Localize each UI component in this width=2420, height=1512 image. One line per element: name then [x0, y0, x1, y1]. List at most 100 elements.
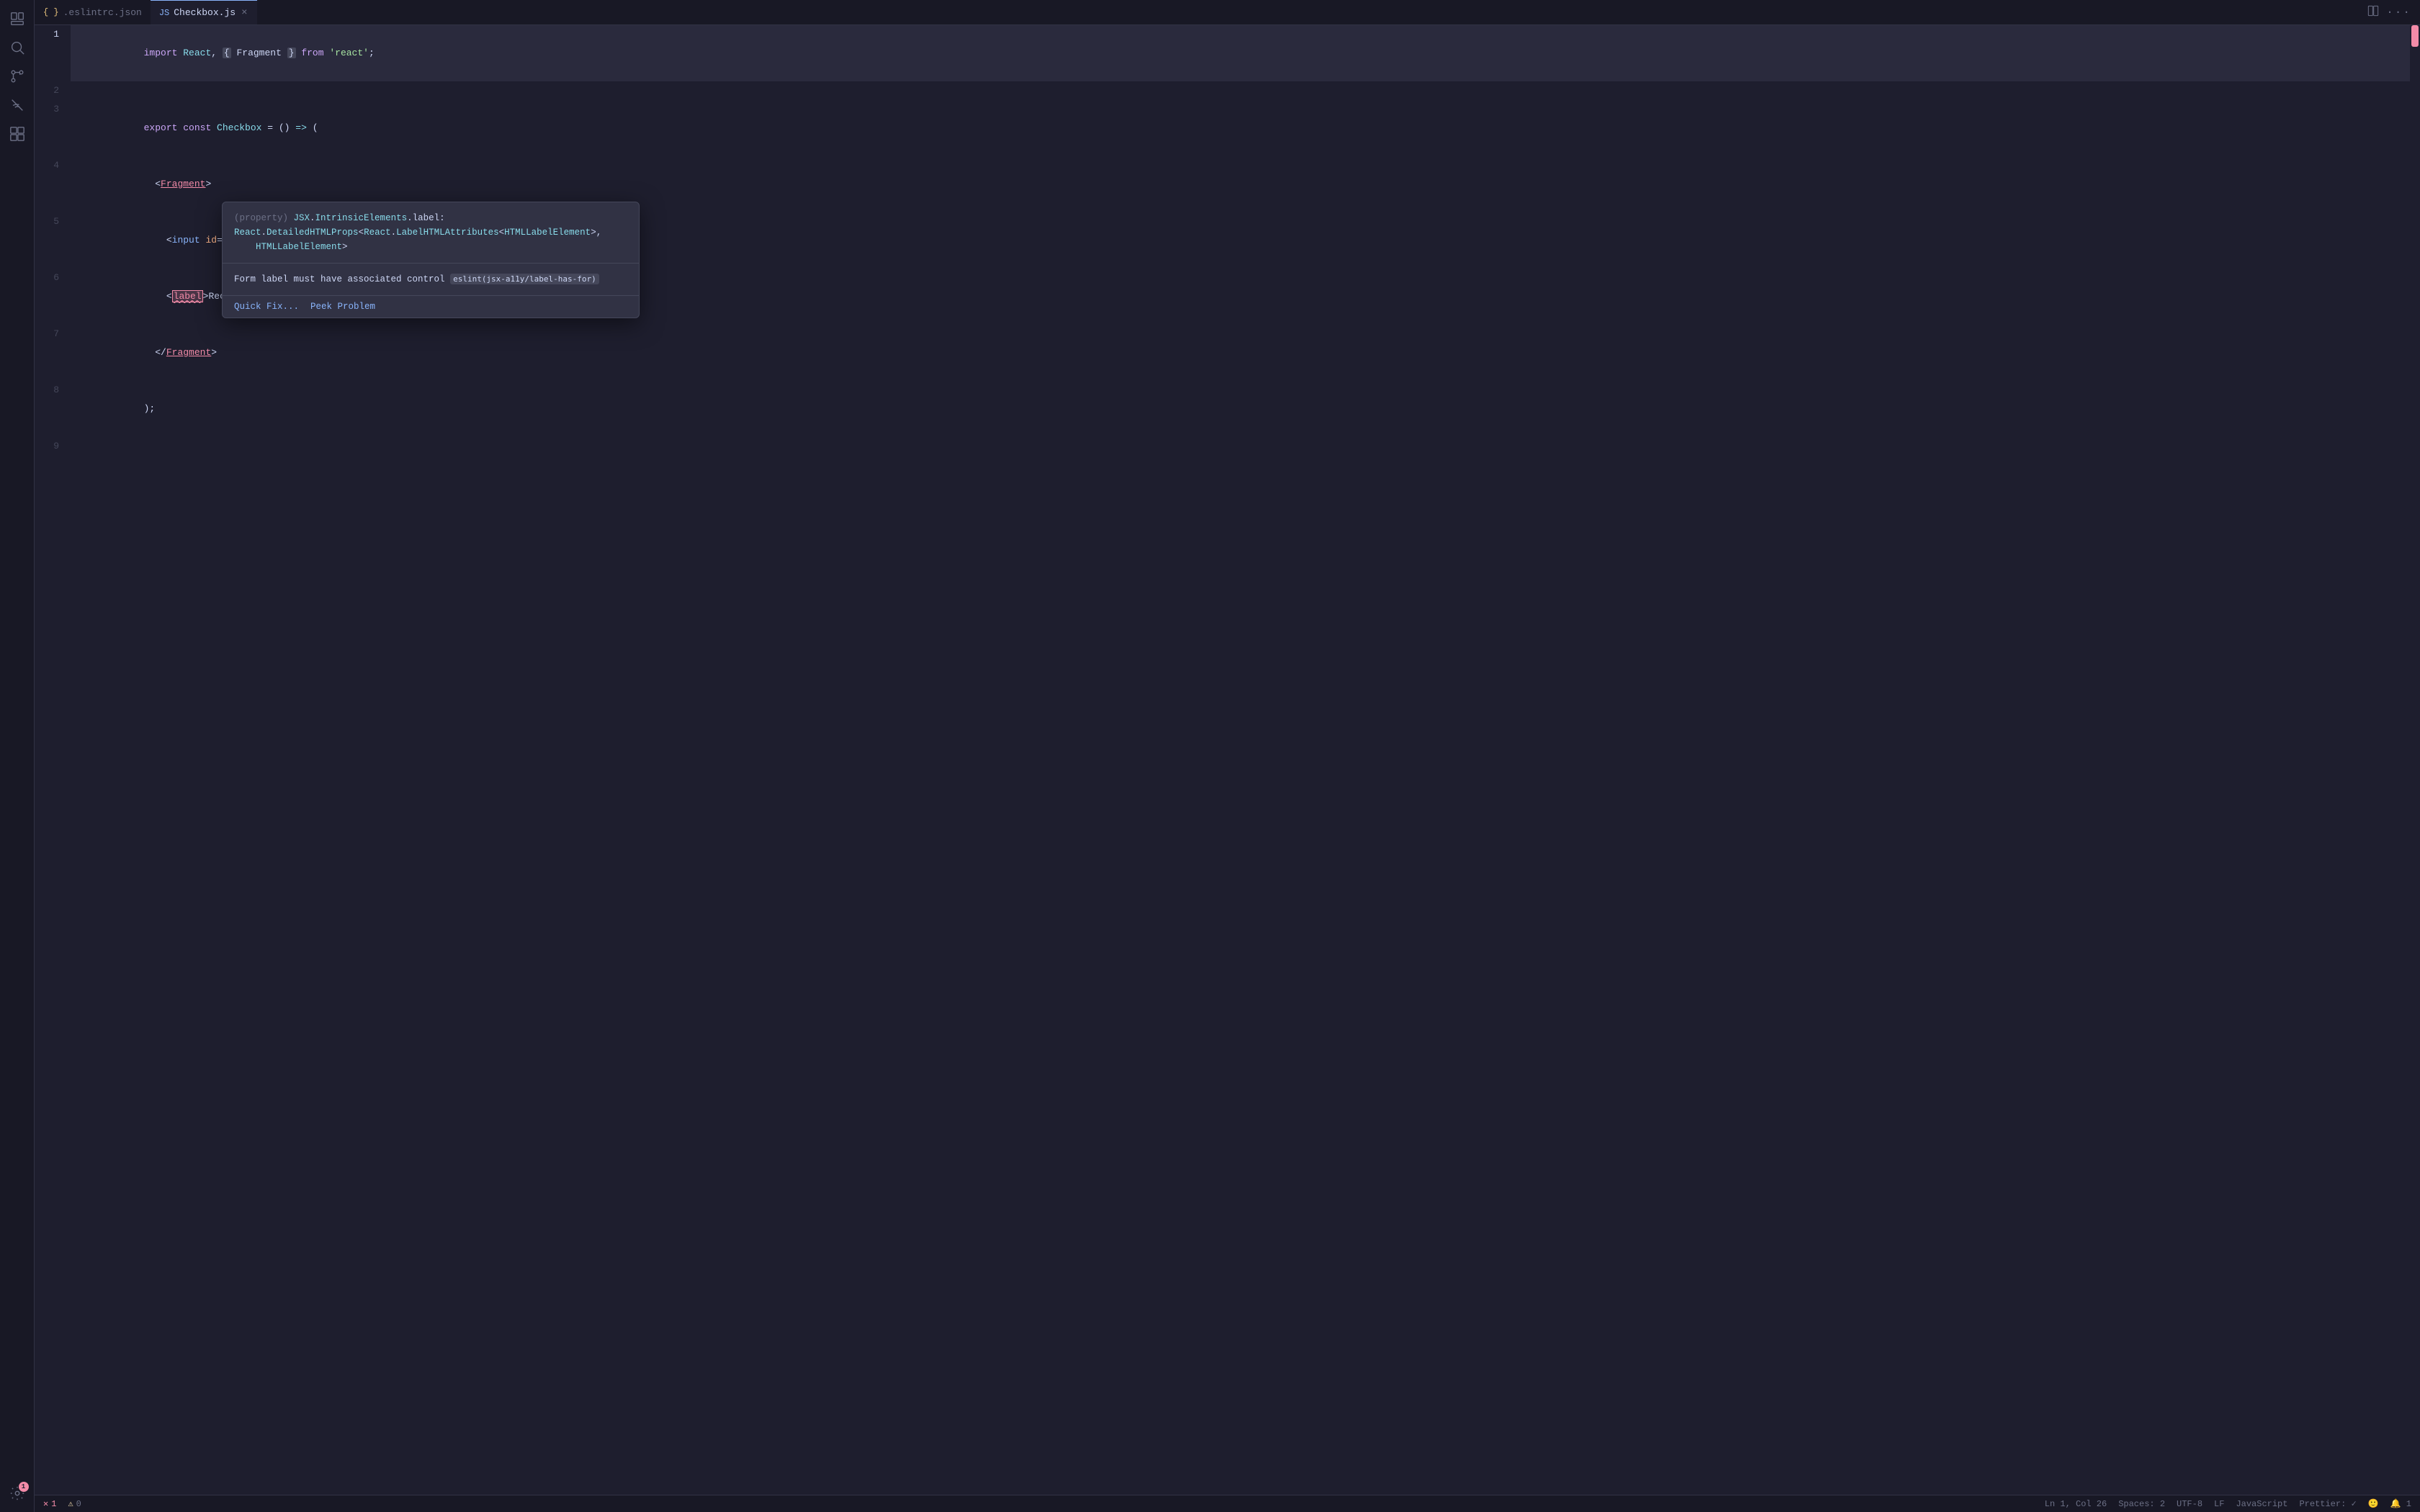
line-number-6: 6: [35, 269, 71, 287]
status-errors[interactable]: ✕ 1: [43, 1498, 56, 1509]
tooltip-type-namespace: JSX: [294, 213, 310, 223]
tooltip-react2: React: [364, 228, 391, 238]
warning-icon: ⚠: [68, 1498, 73, 1509]
sidebar-item-no-wifi[interactable]: [4, 92, 30, 118]
tooltip-html-label: HTMLLabelElement: [504, 228, 591, 238]
token-fragment-open: Fragment: [161, 179, 205, 189]
tab-eslint[interactable]: { } .eslintrc.json: [35, 0, 151, 24]
eslint-tab-icon: { }: [43, 7, 59, 17]
spaces-text: Spaces: 2: [2118, 1499, 2165, 1509]
peek-problem-action[interactable]: Peek Problem: [310, 302, 375, 312]
prettier-text: Prettier: ✓: [2299, 1498, 2356, 1509]
settings-badge: 1: [19, 1482, 29, 1492]
tab-bar-actions: ···: [2367, 5, 2420, 20]
token-comma: ,: [211, 48, 223, 58]
code-line-7: 7 </Fragment>: [35, 325, 2420, 381]
tooltip-actions: Quick Fix... Peek Problem: [223, 296, 639, 318]
line-number-3: 3: [35, 100, 71, 119]
tooltip-popup: (property) JSX.IntrinsicElements.label: …: [222, 202, 640, 318]
tooltip-type-prefix: (property): [234, 213, 294, 223]
tooltip-dot3: .: [261, 228, 267, 238]
token-fragment-close: Fragment: [166, 347, 211, 358]
token-gt4: >: [205, 179, 211, 189]
token-semicolon: ;: [369, 48, 375, 58]
status-notifications[interactable]: 🔔 1: [2390, 1498, 2411, 1509]
line-number-7: 7: [35, 325, 71, 343]
token-react: React: [183, 48, 211, 58]
token-import: import: [144, 48, 184, 58]
settings-button[interactable]: 1: [4, 1480, 30, 1506]
tooltip-type-react: React: [234, 228, 261, 238]
sidebar-item-explorer[interactable]: [4, 6, 30, 32]
code-line-1: 1 import React, { Fragment } from 'react…: [35, 25, 2420, 81]
sidebar-item-search[interactable]: [4, 35, 30, 60]
tooltip-label-attrs: LabelHTMLAttributes: [396, 228, 499, 238]
code-line-3: 3 export const Checkbox = () => (: [35, 100, 2420, 156]
token-lt5: <: [166, 235, 172, 246]
status-warnings[interactable]: ⚠ 0: [68, 1498, 81, 1509]
scrollbar-track[interactable]: [2410, 25, 2420, 1495]
tooltip-type-info: (property) JSX.IntrinsicElements.label: …: [223, 202, 639, 264]
line-number-2: 2: [35, 81, 71, 100]
error-count: 1: [51, 1499, 56, 1509]
line-content-1: import React, { Fragment } from 'react';: [71, 25, 2420, 81]
notifications-text: 🔔 1: [2390, 1498, 2411, 1509]
code-line-8: 8 );: [35, 381, 2420, 437]
warning-count: 0: [76, 1499, 81, 1509]
token-close-frag2: >: [211, 347, 217, 358]
line-number-9: 9: [35, 437, 71, 456]
token-indent6: [144, 291, 166, 302]
status-prettier[interactable]: Prettier: ✓: [2299, 1498, 2356, 1509]
code-line-2: 2: [35, 81, 2420, 100]
code-editor[interactable]: 1 import React, { Fragment } from 'react…: [35, 25, 2420, 1495]
line-number-5: 5: [35, 212, 71, 231]
eol-text: LF: [2214, 1499, 2224, 1509]
line-number-1: 1: [35, 25, 71, 44]
sidebar-item-source-control[interactable]: [4, 63, 30, 89]
scrollbar-thumb[interactable]: [2411, 25, 2419, 47]
token-indent4: [144, 179, 156, 189]
token-react-string: 'react': [329, 48, 369, 58]
tooltip-html-label2: HTMLLabelElement: [256, 242, 342, 252]
status-eol[interactable]: LF: [2214, 1499, 2224, 1509]
token-lt6: <: [166, 291, 172, 302]
language-text: JavaScript: [2236, 1499, 2287, 1509]
status-emoji[interactable]: 🙂: [2368, 1498, 2379, 1509]
token-paren: (: [307, 122, 318, 133]
token-const: const: [183, 122, 217, 133]
error-icon: ✕: [43, 1498, 48, 1509]
tooltip-error-code: eslint(jsx-a11y/label-has-for): [450, 274, 599, 284]
code-line-9: 9: [35, 437, 2420, 456]
position-text: Ln 1, Col 26: [2045, 1499, 2107, 1509]
tab-close-button[interactable]: ×: [240, 6, 248, 20]
token-input: input: [172, 235, 200, 246]
tooltip-type-intrinsic: IntrinsicElements: [315, 213, 408, 223]
tooltip-dot1: .: [310, 213, 315, 223]
token-id-attr: id: [205, 235, 217, 246]
encoding-text: UTF-8: [2177, 1499, 2202, 1509]
status-bar-right: Ln 1, Col 26 Spaces: 2 UTF-8 LF JavaScri…: [2045, 1498, 2411, 1509]
status-encoding[interactable]: UTF-8: [2177, 1499, 2202, 1509]
status-bar: ✕ 1 ⚠ 0 Ln 1, Col 26 Spaces: 2 UTF-8 LF: [35, 1495, 2420, 1512]
tab-checkbox[interactable]: JS Checkbox.js ×: [151, 0, 258, 24]
token-eq: = (): [261, 122, 295, 133]
token-lt4: <: [155, 179, 161, 189]
activity-bar: 1: [0, 0, 35, 1512]
token-close-curly: }: [287, 48, 296, 58]
split-editor-icon[interactable]: [2367, 5, 2379, 20]
tooltip-type-label: label:: [413, 213, 445, 223]
more-actions-icon[interactable]: ···: [2386, 6, 2411, 19]
editor-area: { } .eslintrc.json JS Checkbox.js × ···: [35, 0, 2420, 1512]
status-position[interactable]: Ln 1, Col 26: [2045, 1499, 2107, 1509]
sidebar-item-extensions[interactable]: [4, 121, 30, 147]
status-spaces[interactable]: Spaces: 2: [2118, 1499, 2165, 1509]
line-content-7: </Fragment>: [71, 325, 2420, 381]
checkbox-tab-label: Checkbox.js: [174, 7, 236, 18]
tooltip-dot2: .: [407, 213, 413, 223]
quick-fix-action[interactable]: Quick Fix...: [234, 302, 299, 312]
token-indent5: [144, 235, 166, 246]
token-open-curly: {: [223, 48, 231, 58]
line-content-8: );: [71, 381, 2420, 437]
status-language[interactable]: JavaScript: [2236, 1499, 2287, 1509]
tooltip-type-detailed: DetailedHTMLProps: [266, 228, 359, 238]
